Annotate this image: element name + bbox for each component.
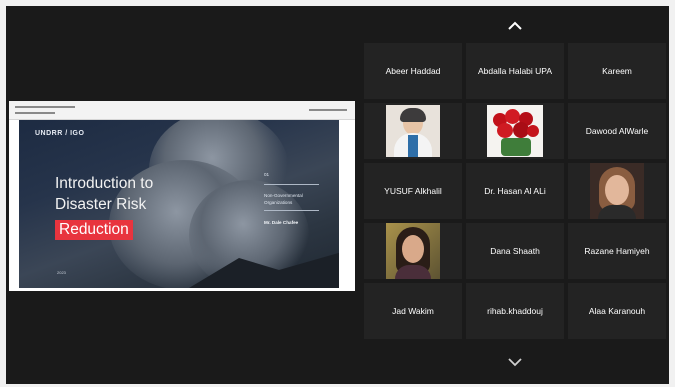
slide-author: Mr. Dale Chafee — [264, 220, 299, 225]
participant-name: YUSUF Alkhalil — [384, 186, 442, 196]
participant-name: Dawood AlWarle — [585, 126, 649, 136]
slide-title-line-2: Disaster Risk — [55, 196, 147, 213]
slide-side-line-2: Organizations — [264, 200, 293, 205]
participant-tile-yusuf-alkhalil[interactable]: YUSUF Alkhalil — [364, 163, 462, 219]
slide-side-number: 01 — [264, 172, 270, 177]
participant-name: Abdalla Halabi UPA — [477, 66, 553, 76]
slide-side-rule-2 — [264, 210, 319, 211]
scroll-up-chevron-icon[interactable] — [506, 20, 524, 32]
participant-tile-kareem[interactable]: Kareem — [568, 43, 666, 99]
woman-smiling-photo-icon — [386, 223, 440, 279]
participant-name: Dana Shaath — [490, 246, 540, 256]
participant-tile-video-2[interactable] — [466, 103, 564, 159]
slide-title-line-1: Introduction to — [55, 175, 154, 192]
slide-side-rule — [264, 184, 319, 185]
woman-portrait-photo-icon — [590, 163, 644, 219]
participant-name: Kareem — [602, 66, 632, 76]
participant-tile-dana-shaath[interactable]: Dana Shaath — [466, 223, 564, 279]
presentation-toolbar — [9, 101, 355, 120]
participant-tile-hasan-al-ali[interactable]: Dr. Hasan Al ALi — [466, 163, 564, 219]
participant-tile-jad-wakim[interactable]: Jad Wakim — [364, 283, 462, 339]
participant-tile-video-4[interactable] — [364, 223, 462, 279]
participant-name: Abeer Haddad — [385, 66, 441, 76]
participant-tile-abeer-haddad[interactable]: Abeer Haddad — [364, 43, 462, 99]
red-roses-photo-icon — [487, 105, 543, 157]
participant-tile-razane-hamiyeh[interactable]: Razane Hamiyeh — [568, 223, 666, 279]
presentation-slide: UNDRR / IGO Introduction to Disaster Ris… — [19, 120, 339, 288]
slide-title-highlight: Reduction — [55, 220, 133, 240]
scroll-down-chevron-icon[interactable] — [506, 356, 524, 368]
shared-screen[interactable]: UNDRR / IGO Introduction to Disaster Ris… — [9, 101, 355, 291]
participant-name: Jad Wakim — [392, 306, 434, 316]
participant-tile-video-3[interactable] — [568, 163, 666, 219]
participant-name: Dr. Hasan Al ALi — [484, 186, 546, 196]
participant-tile-dawood-alwarle[interactable]: Dawood AlWarle — [568, 103, 666, 159]
participant-name: rihab.khaddouj — [487, 306, 543, 316]
participant-tile-rihab-khaddouj[interactable]: rihab.khaddouj — [466, 283, 564, 339]
participant-tile-video-1[interactable] — [364, 103, 462, 159]
slide-side-line-1: Non-Governmental — [264, 193, 303, 198]
slide-date: 2023 — [57, 270, 66, 275]
participant-tile-alaa-karanouh[interactable]: Alaa Karanouh — [568, 283, 666, 339]
participant-tile-abdalla-halabi[interactable]: Abdalla Halabi UPA — [466, 43, 564, 99]
mountain-graphic — [189, 252, 339, 288]
participant-name: Razane Hamiyeh — [584, 246, 650, 256]
participant-name: Alaa Karanouh — [588, 306, 646, 316]
woman-hijab-photo-icon — [386, 105, 440, 157]
slide-logo: UNDRR / IGO — [35, 130, 85, 137]
meeting-window: UNDRR / IGO Introduction to Disaster Ris… — [0, 0, 675, 387]
